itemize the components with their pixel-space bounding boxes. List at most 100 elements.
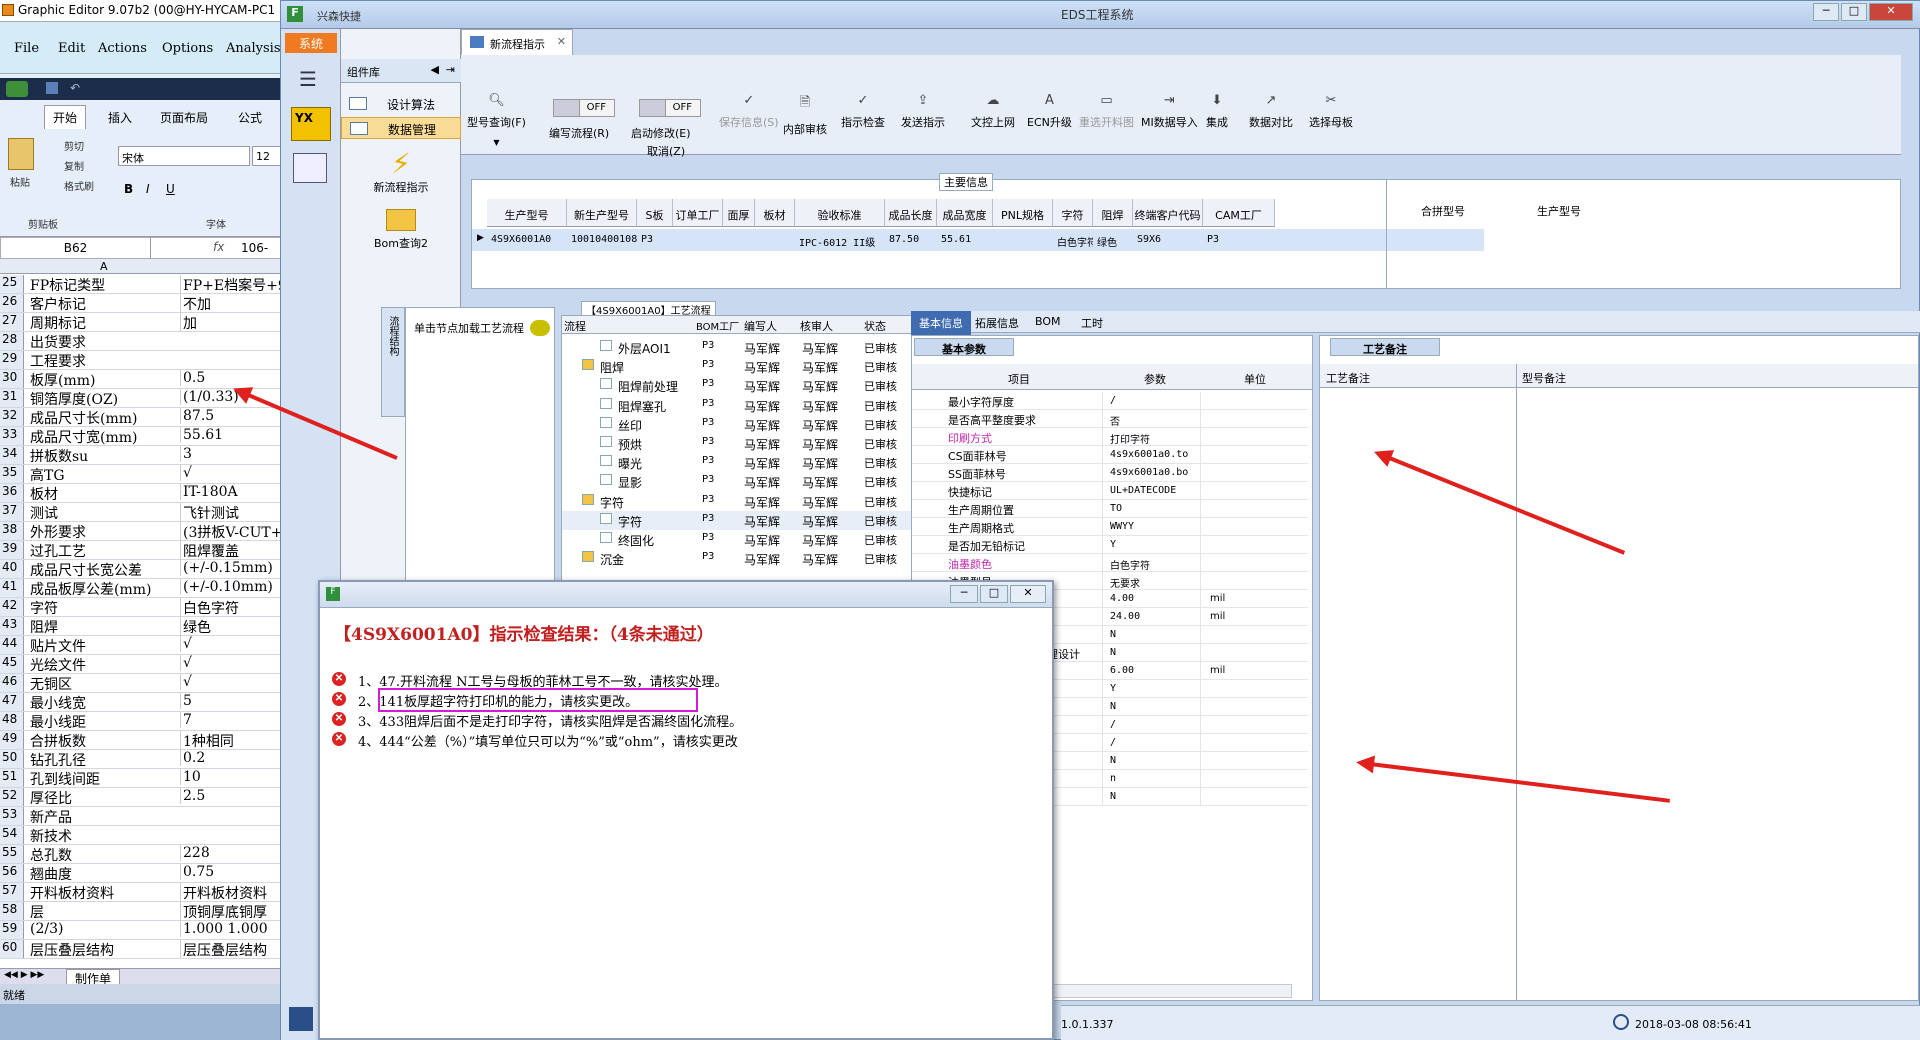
- cell-a[interactable]: 成品尺寸宽(mm): [30, 427, 178, 445]
- row-number[interactable]: 27: [0, 313, 24, 331]
- row-number[interactable]: 30: [0, 370, 24, 388]
- table-row[interactable]: 25 FP标记类型 FP+E档案号+9: [0, 275, 290, 294]
- cell-b[interactable]: 顶铜厚底铜厚: [180, 902, 290, 920]
- row-number[interactable]: 42: [0, 598, 24, 616]
- cell-a[interactable]: 板厚(mm): [30, 370, 178, 388]
- row-number[interactable]: 50: [0, 750, 24, 768]
- cell-a[interactable]: 板材: [30, 484, 178, 502]
- flow-row[interactable]: 预烘 P3 马军辉 马军辉 已审核: [562, 434, 918, 453]
- cell-b[interactable]: 0.2: [180, 750, 290, 766]
- main-info-cell[interactable]: 55.61: [941, 229, 993, 251]
- row-number[interactable]: 43: [0, 617, 24, 635]
- table-row[interactable]: 32 成品尺寸长(mm) 87.5: [0, 408, 290, 427]
- param-value[interactable]: 4.00: [1110, 593, 1134, 604]
- table-row[interactable]: 35 高TG √: [0, 465, 290, 484]
- row-number[interactable]: 49: [0, 731, 24, 749]
- system-tab[interactable]: 系统: [285, 33, 337, 53]
- cell-b[interactable]: 阻焊覆盖: [180, 541, 290, 559]
- param-value[interactable]: /: [1110, 719, 1116, 730]
- row-number[interactable]: 29: [0, 351, 24, 369]
- table-row[interactable]: 26 客户标记 不加: [0, 294, 290, 313]
- flow-row[interactable]: 曝光 P3 马军辉 马军辉 已审核: [562, 453, 918, 472]
- tab-basic-info[interactable]: 基本信息: [911, 311, 971, 335]
- toolbar-button-0[interactable]: 🗎 内部审核: [783, 93, 827, 137]
- copy-button[interactable]: 复制: [64, 158, 84, 173]
- param-value[interactable]: Y: [1110, 539, 1116, 550]
- flow-row[interactable]: 外层AOI1 P3 马军辉 马军辉 已审核: [562, 338, 918, 357]
- row-number[interactable]: 37: [0, 503, 24, 521]
- table-row[interactable]: 40 成品尺寸长宽公差 (+/-0.15mm): [0, 560, 290, 579]
- table-row[interactable]: 42 字符 白色字符: [0, 598, 290, 617]
- dialog-close-button[interactable]: ✕: [1010, 585, 1046, 603]
- cell-b[interactable]: 绿色: [180, 617, 290, 635]
- main-info-cell[interactable]: [727, 229, 755, 251]
- param-row[interactable]: 是否加无铅标记 Y: [912, 536, 1308, 554]
- toolbar-button-1[interactable]: ✓ 指示检查: [841, 93, 885, 130]
- cell-a[interactable]: 成品板厚公差(mm): [30, 579, 178, 597]
- close-button[interactable]: ✕: [1869, 3, 1913, 21]
- row-number[interactable]: 58: [0, 902, 24, 920]
- table-row[interactable]: 39 过孔工艺 阻焊覆盖: [0, 541, 290, 560]
- row-number[interactable]: 25: [0, 275, 24, 293]
- param-row[interactable]: CS面菲林号 4s9x6001a0.to: [912, 446, 1308, 464]
- menu-edit[interactable]: Edit: [58, 41, 85, 56]
- cell-b[interactable]: 1种相同: [180, 731, 290, 749]
- cell-b[interactable]: IT-180A: [180, 484, 290, 500]
- toolbar-button-2[interactable]: ⇪ 发送指示: [901, 93, 945, 130]
- cell-a[interactable]: 层压叠层结构: [30, 940, 178, 958]
- row-number[interactable]: 40: [0, 560, 24, 578]
- row-number[interactable]: 45: [0, 655, 24, 673]
- cell-a[interactable]: 层: [30, 902, 178, 920]
- cell-a[interactable]: 成品尺寸长宽公差: [30, 560, 178, 578]
- cell-b[interactable]: 加: [180, 313, 290, 331]
- cell-a[interactable]: 开料板材资料: [30, 883, 178, 901]
- table-row[interactable]: 44 贴片文件 √: [0, 636, 290, 655]
- tab-extended-info[interactable]: 拓展信息: [975, 315, 1019, 331]
- tab-formulas[interactable]: 公式: [238, 109, 262, 126]
- flow-row[interactable]: 沉金 P3 马军辉 马军辉 已审核: [562, 549, 918, 568]
- row-number[interactable]: 32: [0, 408, 24, 426]
- component-design-algorithm[interactable]: 设计算法: [341, 93, 461, 115]
- param-row[interactable]: 是否高平整度要求 否: [912, 410, 1308, 428]
- grid-view-icon[interactable]: [289, 1007, 313, 1031]
- flow-row[interactable]: 字符 P3 马军辉 马军辉 已审核: [562, 492, 918, 511]
- bold-button[interactable]: B: [124, 182, 133, 196]
- name-box[interactable]: B62: [1, 238, 151, 258]
- param-row[interactable]: 快捷标记 UL+DATECODE: [912, 482, 1308, 500]
- cell-a[interactable]: 过孔工艺: [30, 541, 178, 559]
- param-row[interactable]: 生产周期格式 WWYY: [912, 518, 1308, 536]
- param-value[interactable]: 4s9x6001a0.to: [1110, 449, 1188, 460]
- table-row[interactable]: 47 最小线宽 5: [0, 693, 290, 712]
- panel-prev-icon[interactable]: ◀: [431, 63, 439, 76]
- flow-row[interactable]: 丝印 P3 马军辉 马军辉 已审核: [562, 415, 918, 434]
- cell-b[interactable]: (+/-0.10mm): [180, 579, 290, 595]
- cell-a[interactable]: 拼板数su: [30, 446, 178, 464]
- undo-icon[interactable]: ↶: [70, 81, 80, 95]
- maximize-button[interactable]: □: [1841, 3, 1867, 21]
- cell-a[interactable]: 铜箔厚度(OZ): [30, 389, 178, 407]
- toolbar-button-9[interactable]: ✂ 选择母板: [1309, 93, 1353, 130]
- cell-a[interactable]: 最小线宽: [30, 693, 178, 711]
- table-row[interactable]: 50 钻孔孔径 0.2: [0, 750, 290, 769]
- cell-b[interactable]: 10: [180, 769, 290, 785]
- main-info-cell[interactable]: [997, 229, 1053, 251]
- param-row[interactable]: 印刷方式 打印字符: [912, 428, 1308, 446]
- toolbar-button-5[interactable]: ▭ 重选开料图: [1079, 93, 1134, 130]
- menu-options[interactable]: Options: [162, 41, 213, 56]
- dialog-minimize-button[interactable]: ─: [950, 585, 978, 603]
- main-info-cell[interactable]: 白色字符: [1057, 229, 1093, 251]
- model-query-button[interactable]: 🔍︎ 型号查询(F) ▼: [467, 93, 526, 147]
- table-row[interactable]: 43 阻焊 绿色: [0, 617, 290, 636]
- cell-b[interactable]: 开料板材资料: [180, 883, 290, 901]
- cell-a[interactable]: 字符: [30, 598, 178, 616]
- cell-a[interactable]: 阻焊: [30, 617, 178, 635]
- underline-button[interactable]: U: [166, 182, 175, 196]
- flow-structure-side-tab[interactable]: 流程结构: [381, 307, 405, 417]
- cell-a[interactable]: 总孔数: [30, 845, 178, 863]
- dialog-maximize-button[interactable]: □: [980, 585, 1008, 603]
- cell-a[interactable]: 贴片文件: [30, 636, 178, 654]
- yx-module-icon[interactable]: YX: [291, 107, 331, 141]
- minimize-button[interactable]: ─: [1813, 3, 1839, 21]
- main-info-cell[interactable]: P3: [641, 229, 673, 251]
- main-info-cell[interactable]: 10010400108349: [571, 229, 637, 251]
